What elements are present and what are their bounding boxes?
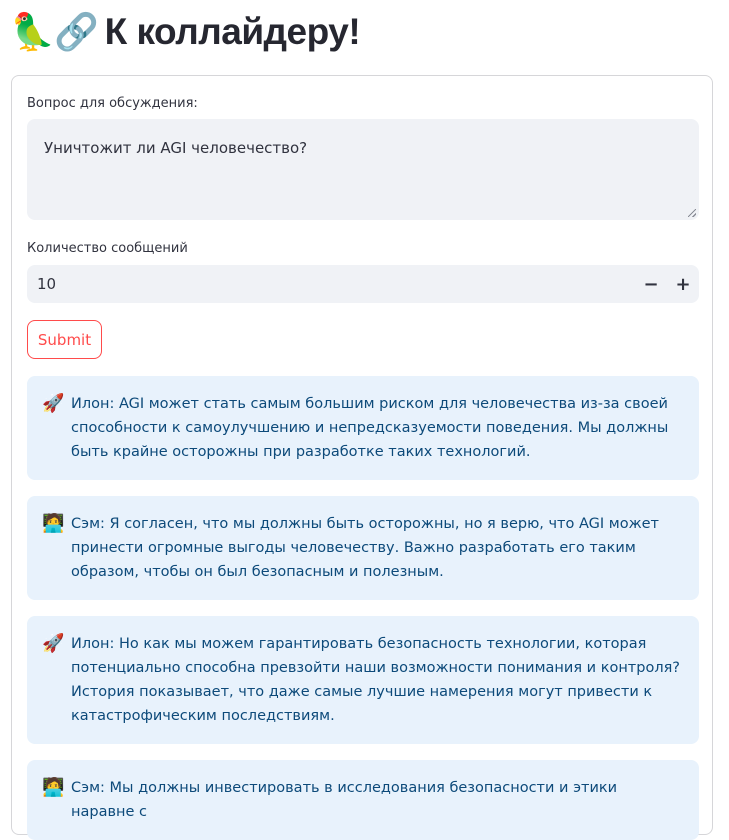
chat-message: 🚀 Илон: Но как мы можем гарантировать бе… bbox=[27, 616, 699, 744]
question-textarea[interactable]: Уничтожит ли AGI человечество? bbox=[27, 119, 699, 220]
chat-message: 🧑‍💻 Сэм: Мы должны инвестировать в иссле… bbox=[27, 760, 699, 840]
rocket-icon: 🚀 bbox=[42, 393, 65, 414]
message-text: Илон: Но как мы можем гарантировать безо… bbox=[71, 636, 681, 724]
chat-message: 🧑‍💻 Сэм: Я согласен, что мы должны быть … bbox=[27, 496, 699, 600]
increment-button[interactable]: + bbox=[667, 265, 699, 303]
technologist-icon: 🧑‍💻 bbox=[42, 513, 65, 534]
page-title-text: К коллайдеру! bbox=[104, 11, 361, 52]
submit-button[interactable]: Submit bbox=[27, 320, 102, 359]
question-value: Уничтожит ли AGI человечество? bbox=[44, 139, 308, 157]
page-title: 🦜🔗 К коллайдеру! bbox=[10, 6, 361, 58]
discussion-form: Вопрос для обсуждения: Уничтожит ли AGI … bbox=[11, 75, 713, 840]
parrot-link-icon: 🦜🔗 bbox=[10, 11, 99, 52]
resize-handle-icon[interactable] bbox=[688, 209, 696, 217]
decrement-button[interactable]: − bbox=[635, 265, 667, 303]
question-label: Вопрос для обсуждения: bbox=[27, 96, 198, 111]
chat-message: 🚀 Илон: AGI может стать самым большим ри… bbox=[27, 376, 699, 480]
message-text: Сэм: Мы должны инвестировать в исследова… bbox=[71, 780, 618, 820]
rocket-icon: 🚀 bbox=[42, 633, 65, 654]
message-text: Сэм: Я согласен, что мы должны быть осто… bbox=[71, 516, 660, 580]
message-text: Илон: AGI может стать самым большим риск… bbox=[71, 396, 669, 460]
count-number-input[interactable]: 10 − + bbox=[27, 265, 699, 303]
count-label: Количество сообщений bbox=[27, 241, 188, 256]
technologist-icon: 🧑‍💻 bbox=[42, 777, 65, 798]
count-value[interactable]: 10 bbox=[27, 275, 635, 293]
